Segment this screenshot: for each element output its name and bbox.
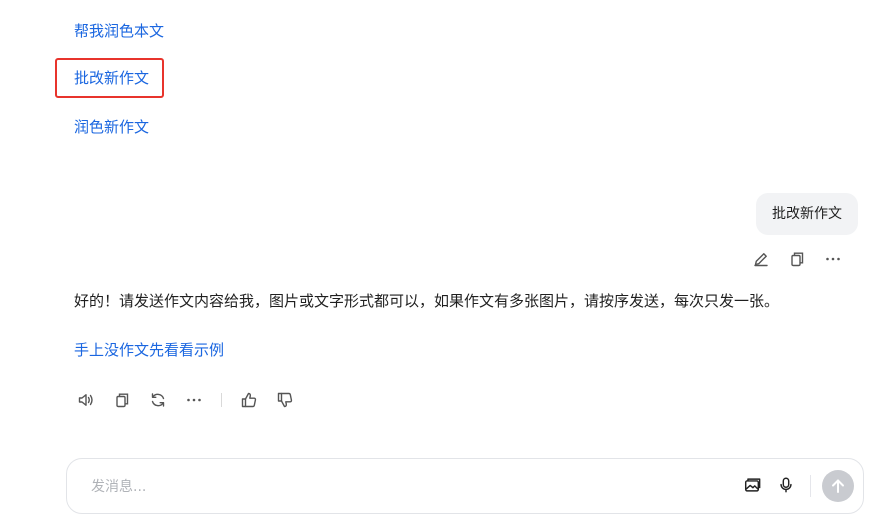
- more-icon[interactable]: [185, 391, 203, 409]
- speaker-icon[interactable]: [77, 391, 95, 409]
- bot-message-actions: [77, 391, 294, 409]
- suggestion-grade-new-essay[interactable]: 批改新作文: [74, 68, 149, 88]
- thumbs-up-icon[interactable]: [240, 391, 258, 409]
- microphone-icon[interactable]: [777, 476, 795, 494]
- arrow-up-icon: [832, 479, 844, 493]
- message-composer: [66, 458, 864, 515]
- more-icon[interactable]: [824, 250, 842, 268]
- send-button[interactable]: [822, 470, 854, 502]
- copy-icon[interactable]: [113, 391, 131, 409]
- bot-message-text: 好的！请发送作文内容给我，图片或文字形式都可以，如果作文有多张图片，请按序发送，…: [74, 292, 780, 310]
- user-message-bubble: 批改新作文: [756, 193, 858, 235]
- user-message-actions: [752, 250, 842, 268]
- suggestion-polish-new-essay[interactable]: 润色新作文: [74, 117, 149, 137]
- regenerate-icon[interactable]: [149, 391, 167, 409]
- copy-icon[interactable]: [788, 250, 806, 268]
- view-example-link[interactable]: 手上没作文先看看示例: [74, 339, 224, 361]
- image-upload-icon[interactable]: [743, 476, 761, 494]
- message-input[interactable]: [89, 459, 693, 515]
- composer-divider: [810, 475, 811, 497]
- actions-divider: [221, 393, 222, 407]
- edit-icon[interactable]: [752, 250, 770, 268]
- suggestion-polish-this-essay[interactable]: 帮我润色本文: [74, 21, 164, 41]
- chat-page: 帮我润色本文 批改新作文 润色新作文 批改新作文 好的！请发送作文内容给我，图片…: [0, 0, 878, 515]
- thumbs-down-icon[interactable]: [276, 391, 294, 409]
